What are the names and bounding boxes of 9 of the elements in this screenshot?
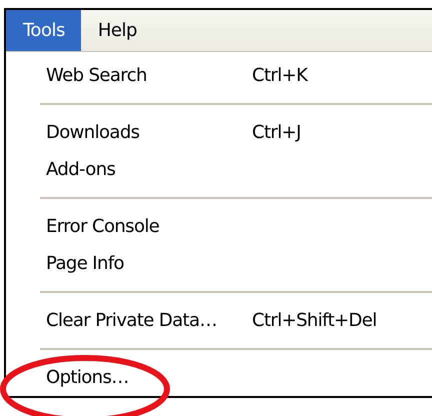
menu-item[interactable]: Clear Private Data… Ctrl+Shift+Del — [6, 302, 432, 339]
menu-item[interactable]: Web Search Ctrl+K — [6, 57, 432, 94]
menu-item[interactable]: Add-ons — [6, 151, 432, 188]
menu-item[interactable]: Downloads Ctrl+J — [6, 114, 432, 151]
menu-bar-item[interactable]: Help — [80, 10, 153, 51]
menu-item[interactable]: Error Console — [6, 208, 432, 245]
menu-item[interactable]: Page Info — [6, 245, 432, 282]
menu-bar-item[interactable]: Tools — [6, 10, 81, 51]
menu-item[interactable]: Options… — [6, 359, 432, 396]
